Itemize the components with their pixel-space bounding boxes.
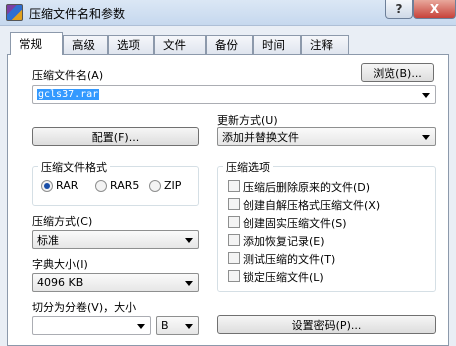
update-mode-label: 更新方式(U)	[217, 114, 278, 127]
archive-name-input[interactable]: gcls37.rar	[32, 85, 436, 104]
radio-rar5[interactable]	[95, 180, 107, 192]
create-sfx-label: 创建自解压格式压缩文件(X)	[243, 199, 381, 212]
chevron-down-icon	[422, 93, 430, 98]
test-files-label: 测试压缩的文件(T)	[243, 253, 336, 266]
radio-rar-label: RAR	[56, 179, 79, 192]
checkbox-test-files[interactable]	[228, 252, 240, 264]
split-volumes-label: 切分为分卷(V)，大小	[32, 301, 137, 314]
archive-name-label: 压缩文件名(A)	[32, 69, 104, 82]
tab-options[interactable]: 选项	[108, 35, 154, 54]
checkbox-lock-archive[interactable]	[228, 270, 240, 282]
dictionary-size-value: 4096 KB	[37, 276, 84, 289]
chevron-down-icon	[185, 324, 193, 329]
split-unit-select[interactable]: B	[156, 316, 199, 335]
radio-rar5-label: RAR5	[110, 179, 140, 192]
dictionary-size-select[interactable]: 4096 KB	[32, 273, 199, 292]
tab-backup[interactable]: 备份	[206, 35, 253, 54]
lock-archive-label: 锁定压缩文件(L)	[243, 271, 324, 284]
winrar-app-icon	[6, 4, 23, 21]
archiving-options-title: 压缩选项	[223, 159, 273, 175]
profiles-button[interactable]: 配置(F)...	[32, 127, 199, 146]
tab-time[interactable]: 时间	[253, 35, 301, 54]
tab-general[interactable]: 常规	[10, 32, 63, 55]
window-title: 压缩文件名和参数	[29, 7, 126, 21]
archive-name-value: gcls37.rar	[37, 89, 100, 100]
update-mode-value: 添加并替换文件	[222, 130, 299, 144]
chevron-down-icon	[185, 281, 193, 286]
recovery-record-label: 添加恢复记录(E)	[243, 235, 325, 248]
compression-method-label: 压缩方式(C)	[32, 215, 93, 228]
help-button[interactable]: ?	[385, 0, 413, 19]
radio-rar[interactable]	[41, 180, 53, 192]
checkbox-recovery-record[interactable]	[228, 234, 240, 246]
tab-advanced[interactable]: 高级	[63, 35, 108, 54]
set-password-button[interactable]: 设置密码(P)...	[217, 315, 436, 334]
chevron-down-icon	[422, 135, 430, 140]
dictionary-size-label: 字典大小(I)	[32, 258, 88, 271]
split-size-input[interactable]	[32, 316, 151, 335]
split-unit-value: B	[161, 319, 169, 332]
checkbox-create-sfx[interactable]	[228, 198, 240, 210]
update-mode-select[interactable]: 添加并替换文件	[217, 127, 436, 146]
tab-comment[interactable]: 注释	[301, 35, 349, 54]
checkbox-delete-after[interactable]	[228, 180, 240, 192]
radio-zip-label: ZIP	[164, 179, 182, 192]
close-button[interactable]: X	[413, 0, 456, 19]
archive-format-title: 压缩文件格式	[38, 159, 110, 175]
radio-zip[interactable]	[149, 180, 161, 192]
tab-files[interactable]: 文件	[154, 35, 206, 54]
chevron-down-icon	[185, 238, 193, 243]
delete-after-label: 压缩后删除原来的文件(D)	[243, 181, 371, 194]
chevron-down-icon	[137, 324, 145, 329]
compression-method-select[interactable]: 标准	[32, 230, 199, 249]
browse-button[interactable]: 浏览(B)...	[361, 63, 434, 82]
solid-archive-label: 创建固实压缩文件(S)	[243, 217, 347, 230]
checkbox-solid-archive[interactable]	[228, 216, 240, 228]
compression-method-value: 标准	[37, 233, 59, 247]
